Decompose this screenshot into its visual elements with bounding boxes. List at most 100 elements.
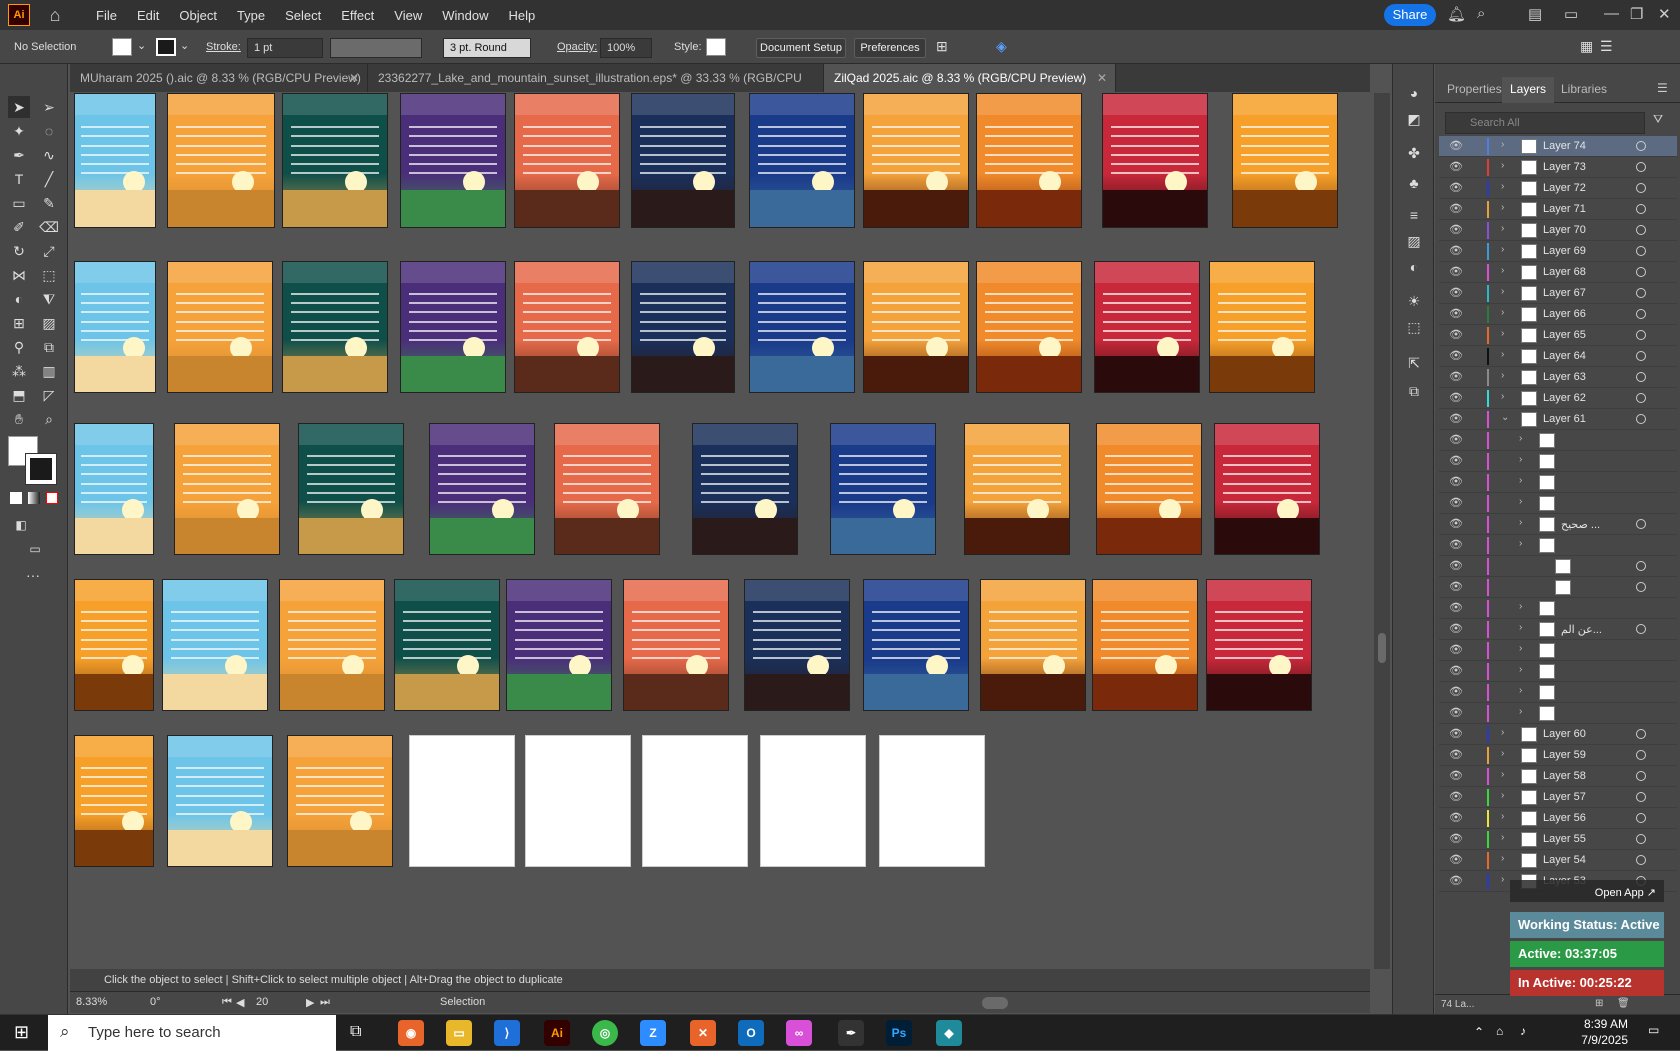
prev-artboard-icon[interactable]: ◀ bbox=[236, 996, 244, 1009]
layer-row[interactable]: 👁︎ › bbox=[1439, 535, 1677, 556]
artboard[interactable] bbox=[74, 261, 156, 393]
type-tool-icon[interactable]: T bbox=[8, 168, 30, 190]
screen-mode-icon[interactable]: ▭ bbox=[24, 538, 46, 560]
artboard[interactable] bbox=[980, 579, 1086, 711]
visibility-eye-icon[interactable]: 👁︎ bbox=[1449, 244, 1463, 257]
stroke-color-box[interactable] bbox=[25, 453, 57, 485]
taskbar-search-input[interactable]: Type here to search bbox=[48, 1015, 336, 1051]
expand-chevron-icon[interactable]: › bbox=[1519, 643, 1522, 654]
expand-chevron-icon[interactable]: › bbox=[1501, 139, 1504, 150]
target-circle-icon[interactable] bbox=[1636, 393, 1646, 403]
expand-chevron-icon[interactable]: › bbox=[1501, 223, 1504, 234]
artboard[interactable] bbox=[1206, 579, 1312, 711]
visibility-eye-icon[interactable]: 👁︎ bbox=[1449, 139, 1463, 152]
visibility-eye-icon[interactable]: 👁︎ bbox=[1449, 496, 1463, 509]
variable-width-profile[interactable] bbox=[330, 38, 422, 58]
expand-chevron-icon[interactable]: › bbox=[1501, 790, 1504, 801]
firefox-icon[interactable]: ◉ bbox=[398, 1020, 424, 1046]
share-button[interactable]: Share bbox=[1384, 4, 1436, 26]
visibility-eye-icon[interactable]: 👁︎ bbox=[1449, 223, 1463, 236]
target-circle-icon[interactable] bbox=[1636, 225, 1646, 235]
artboard[interactable] bbox=[400, 261, 506, 393]
chrome-icon[interactable]: ◎ bbox=[592, 1020, 618, 1046]
visibility-eye-icon[interactable]: 👁︎ bbox=[1449, 517, 1463, 530]
column-graph-icon[interactable]: ▥ bbox=[38, 360, 60, 382]
target-circle-icon[interactable] bbox=[1636, 372, 1646, 382]
artboard-tool-icon[interactable]: ⬒ bbox=[8, 384, 30, 406]
layer-row[interactable]: 👁︎ › Layer 64 bbox=[1439, 346, 1677, 367]
layer-row[interactable]: 👁︎ bbox=[1439, 556, 1677, 577]
layer-row[interactable]: 👁︎ › Layer 65 bbox=[1439, 325, 1677, 346]
artboard[interactable] bbox=[1102, 93, 1208, 228]
layer-row[interactable]: 👁︎ › صحیح ... bbox=[1439, 514, 1677, 535]
expand-chevron-icon[interactable]: › bbox=[1501, 202, 1504, 213]
libraries-icon[interactable]: ✤ bbox=[1403, 142, 1425, 164]
brush-definition[interactable]: 3 pt. Round bbox=[443, 38, 531, 58]
appearance-icon[interactable]: ☀ bbox=[1403, 290, 1425, 312]
blank-artboard[interactable] bbox=[642, 735, 748, 867]
visibility-eye-icon[interactable]: 👁︎ bbox=[1449, 349, 1463, 362]
layer-row[interactable]: 👁︎ › Layer 54 bbox=[1439, 850, 1677, 871]
outlook-icon[interactable]: O bbox=[738, 1020, 764, 1046]
new-layer-icon[interactable]: ⊞ bbox=[1595, 998, 1603, 1009]
rectangle-tool-icon[interactable]: ▭ bbox=[8, 192, 30, 214]
layer-row[interactable]: 👁︎ › bbox=[1439, 640, 1677, 661]
stroke-swatch[interactable] bbox=[156, 38, 176, 56]
arrange-documents-icon[interactable]: ▦ bbox=[1580, 38, 1593, 55]
target-circle-icon[interactable] bbox=[1636, 267, 1646, 277]
artboard[interactable] bbox=[429, 423, 535, 555]
visibility-eye-icon[interactable]: 👁︎ bbox=[1449, 790, 1463, 803]
expand-chevron-icon[interactable]: › bbox=[1519, 454, 1522, 465]
tracker-icon[interactable]: ◆ bbox=[936, 1020, 962, 1046]
visibility-eye-icon[interactable]: 👁︎ bbox=[1449, 601, 1463, 614]
artboard[interactable] bbox=[863, 579, 969, 711]
paintbrush-icon[interactable]: ✎ bbox=[38, 192, 60, 214]
visibility-eye-icon[interactable]: 👁︎ bbox=[1449, 160, 1463, 173]
expand-chevron-icon[interactable]: › bbox=[1501, 748, 1504, 759]
recolor-icon[interactable]: ◈ bbox=[996, 38, 1007, 55]
vscode-icon[interactable]: ⟩ bbox=[494, 1020, 520, 1046]
artboard[interactable] bbox=[162, 579, 268, 711]
expand-chevron-icon[interactable]: › bbox=[1519, 706, 1522, 717]
artboard[interactable] bbox=[174, 423, 280, 555]
expand-chevron-icon[interactable]: › bbox=[1519, 433, 1522, 444]
search-icon[interactable]: ⌕ bbox=[1477, 5, 1485, 22]
workspace-icon[interactable]: ▭ bbox=[1564, 5, 1578, 23]
visibility-eye-icon[interactable]: 👁︎ bbox=[1449, 370, 1463, 383]
expand-chevron-icon[interactable]: › bbox=[1501, 286, 1504, 297]
blank-artboard[interactable] bbox=[525, 735, 631, 867]
target-circle-icon[interactable] bbox=[1636, 288, 1646, 298]
panel-menu-icon[interactable]: ☰ bbox=[1657, 81, 1668, 95]
expand-chevron-icon[interactable]: › bbox=[1501, 391, 1504, 402]
layer-row[interactable]: 👁︎ › bbox=[1439, 430, 1677, 451]
artboard[interactable] bbox=[1232, 93, 1338, 228]
artboard[interactable] bbox=[976, 261, 1082, 393]
artboard[interactable] bbox=[282, 261, 388, 393]
tab-properties[interactable]: Properties bbox=[1439, 77, 1510, 103]
color-guide-icon[interactable]: ◩ bbox=[1403, 108, 1425, 130]
layer-row[interactable]: 👁︎ › bbox=[1439, 682, 1677, 703]
visibility-eye-icon[interactable]: 👁︎ bbox=[1449, 748, 1463, 761]
visibility-eye-icon[interactable]: 👁︎ bbox=[1449, 265, 1463, 278]
artboard[interactable] bbox=[1209, 261, 1315, 393]
rotate-tool-icon[interactable]: ↻ bbox=[8, 240, 30, 262]
artboard[interactable] bbox=[74, 93, 156, 228]
visibility-eye-icon[interactable]: 👁︎ bbox=[1449, 811, 1463, 824]
vertical-scrollbar[interactable] bbox=[1374, 93, 1390, 969]
arrange-icon[interactable]: ▤ bbox=[1528, 5, 1542, 23]
visibility-eye-icon[interactable]: 👁︎ bbox=[1449, 853, 1463, 866]
layer-row[interactable]: 👁︎ › Layer 72 bbox=[1439, 178, 1677, 199]
tab-layers[interactable]: Layers bbox=[1502, 77, 1555, 103]
artboard[interactable] bbox=[74, 423, 154, 555]
notification-icon[interactable]: ▭ bbox=[1648, 1023, 1659, 1037]
artboard-number[interactable]: 20 bbox=[256, 996, 268, 1008]
chevron-down-icon[interactable]: ⌄ bbox=[180, 39, 189, 52]
artboard[interactable] bbox=[976, 93, 1082, 228]
artboard[interactable] bbox=[282, 93, 388, 228]
layer-row[interactable]: 👁︎ › bbox=[1439, 493, 1677, 514]
expand-chevron-icon[interactable]: › bbox=[1501, 370, 1504, 381]
illustrator-taskbar-icon[interactable]: Ai bbox=[544, 1020, 570, 1046]
target-circle-icon[interactable] bbox=[1636, 834, 1646, 844]
visibility-eye-icon[interactable]: 👁︎ bbox=[1449, 412, 1463, 425]
target-circle-icon[interactable] bbox=[1636, 414, 1646, 424]
